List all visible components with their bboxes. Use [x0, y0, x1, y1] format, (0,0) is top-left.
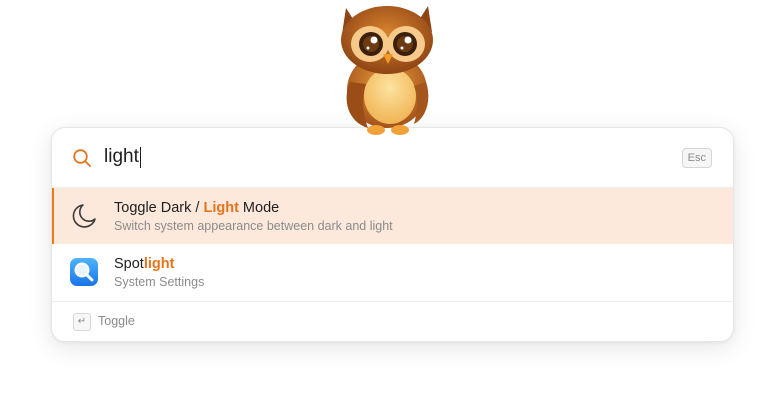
- action-footer: ↵ Toggle: [52, 301, 733, 341]
- result-subtitle: System Settings: [114, 275, 205, 289]
- title-text: Spot: [114, 256, 144, 272]
- results-list: Toggle Dark / Light Mode Switch system a…: [52, 188, 733, 300]
- title-match-highlight: Light: [203, 200, 239, 216]
- search-icon: [73, 149, 91, 167]
- owl-mascot-icon: [341, 6, 433, 135]
- search-query-text: light: [104, 146, 139, 167]
- title-text: Toggle Dark /: [114, 200, 204, 216]
- title-match-highlight: light: [143, 256, 175, 272]
- toggle-action-label[interactable]: Toggle: [98, 314, 135, 328]
- text-caret: [139, 146, 142, 168]
- command-palette: light Esc Toggle Dark / Light Mode Switc…: [51, 127, 734, 342]
- result-subtitle: Switch system appearance between dark an…: [114, 219, 393, 233]
- result-item-toggle-dark-light-mode[interactable]: Toggle Dark / Light Mode Switch system a…: [52, 188, 733, 244]
- escape-key-hint[interactable]: Esc: [681, 148, 712, 168]
- spotlight-app-icon: [70, 258, 98, 286]
- result-item-spotlight[interactable]: Spotlight System Settings: [52, 244, 733, 300]
- result-title: Toggle Dark / Light Mode: [114, 200, 279, 216]
- result-title: Spotlight: [114, 256, 174, 272]
- title-text: Mode: [238, 200, 280, 216]
- moon-icon: [72, 204, 96, 228]
- enter-key-icon: ↵: [73, 313, 91, 331]
- stage: light Esc Toggle Dark / Light Mode Switc…: [0, 0, 783, 408]
- search-input[interactable]: light: [104, 142, 142, 172]
